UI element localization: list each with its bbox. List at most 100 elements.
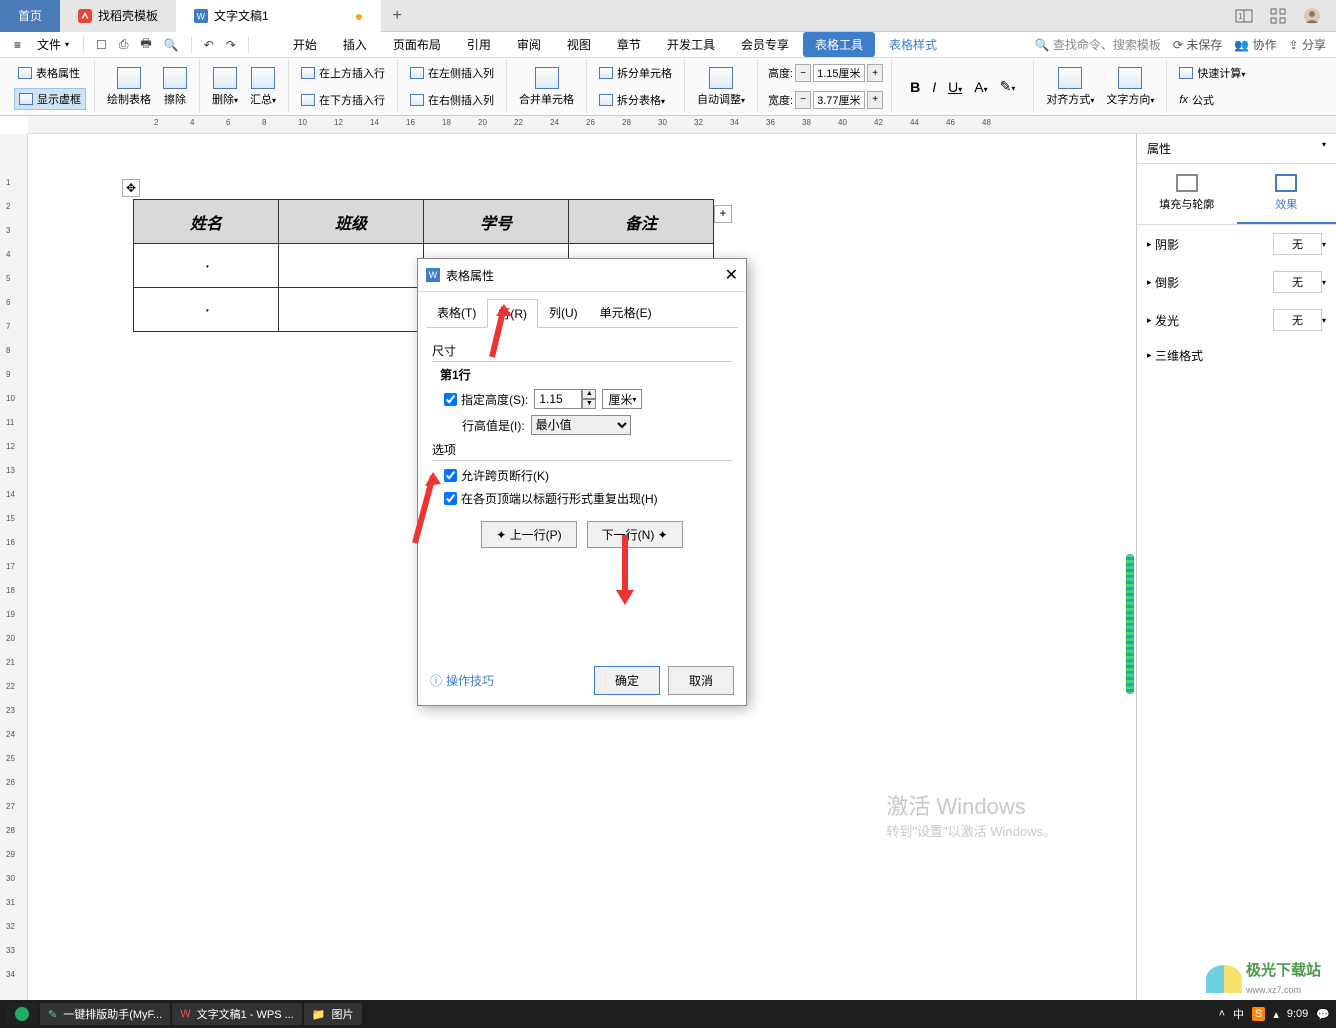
width-minus[interactable]: − [795, 91, 811, 109]
tray-up-icon[interactable]: ˄ [1219, 1008, 1225, 1020]
taskbar-item-1[interactable]: ✎一键排版助手(MyF... [40, 1003, 170, 1025]
menu-tab-layout[interactable]: 页面布局 [381, 32, 453, 57]
tab-home[interactable]: 首页 [0, 0, 60, 32]
dialog-tab-col[interactable]: 列(U) [538, 298, 589, 327]
tab-template[interactable]: 找稻壳模板 [60, 0, 176, 32]
spec-height-checkbox[interactable]: 指定高度(S): [444, 391, 528, 408]
table-add-col-handle[interactable]: + [714, 205, 732, 223]
th-class[interactable]: 班级 [279, 200, 424, 244]
delete-button[interactable]: 删除▾ [208, 65, 242, 109]
th-note[interactable]: 备注 [569, 200, 714, 244]
bold-button[interactable]: B [908, 77, 922, 97]
eraser-button[interactable]: 擦除 [159, 65, 191, 109]
prev-row-button[interactable]: ✦ 上一行(P) [481, 521, 576, 548]
search-input[interactable]: 🔍 查找命令、搜索模板 [1035, 36, 1161, 53]
insert-col-right-button[interactable]: 在右侧插入列 [406, 90, 498, 110]
merge-cells-button[interactable]: 合并单元格 [515, 65, 578, 109]
unsaved-button[interactable]: ⟳ 未保存 [1173, 36, 1222, 53]
table-move-handle[interactable]: ✥ [122, 179, 140, 197]
start-button[interactable] [6, 1003, 38, 1025]
tray-expand-icon[interactable]: ▴ [1273, 1008, 1279, 1021]
split-cells-button[interactable]: 拆分单元格 [595, 63, 676, 83]
share-button[interactable]: ⇪ 分享 [1289, 36, 1326, 53]
menu-tab-vip[interactable]: 会员专享 [729, 32, 801, 57]
taskbar-item-2[interactable]: W文字文稿1 - WPS ... [172, 1003, 302, 1025]
dialog-close-button[interactable]: ✕ [725, 265, 738, 285]
menu-tab-review[interactable]: 审阅 [505, 32, 553, 57]
panel-row-glow[interactable]: ▸发光无▾ [1137, 301, 1336, 339]
underline-button[interactable]: U▾ [946, 77, 964, 97]
highlight-button[interactable]: ✎▾ [998, 76, 1018, 97]
redo-icon[interactable]: ↷ [222, 38, 240, 52]
insert-row-below-button[interactable]: 在下方插入行 [297, 90, 389, 110]
ok-button[interactable]: 确定 [594, 666, 660, 695]
height-spin-down[interactable]: ▼ [582, 399, 596, 409]
avatar-icon[interactable] [1303, 7, 1321, 25]
tab-active-doc[interactable]: W 文字文稿1 ● [176, 0, 381, 32]
panel-row-3d[interactable]: ▸三维格式 [1137, 339, 1336, 372]
width-input[interactable] [813, 91, 865, 109]
menu-hamburger[interactable]: ≡ [8, 36, 27, 54]
tray-notification-icon[interactable]: 💬 [1316, 1008, 1330, 1021]
undo-icon[interactable]: ↶ [200, 38, 218, 52]
height-mode-select[interactable]: 最小值 [531, 415, 631, 435]
repeat-header-checkbox[interactable]: 在各页顶端以标题行形式重复出现(H) [444, 490, 658, 507]
menu-tab-tablestyle[interactable]: 表格样式 [877, 32, 949, 57]
menu-tab-insert[interactable]: 插入 [331, 32, 379, 57]
draw-table-button[interactable]: 绘制表格 [103, 65, 155, 109]
allow-break-checkbox[interactable]: 允许跨页断行(K) [444, 467, 549, 484]
cancel-button[interactable]: 取消 [668, 666, 734, 695]
tray-sogou-icon[interactable]: S [1252, 1007, 1265, 1021]
split-table-button[interactable]: 拆分表格▾ [595, 90, 676, 110]
panel-tab-effects[interactable]: 效果 [1237, 164, 1336, 224]
formula-button[interactable]: fx 公式 [1175, 90, 1249, 110]
horizontal-ruler[interactable]: 2468101214161820222426283032343638404244… [28, 116, 1336, 134]
alignment-button[interactable]: 对齐方式▾ [1042, 65, 1098, 109]
height-plus[interactable]: + [867, 64, 883, 82]
menu-tab-tabletools[interactable]: 表格工具 [803, 32, 875, 57]
vertical-ruler[interactable]: 1234567891011121314151617181920212223242… [0, 134, 28, 1000]
insert-row-above-button[interactable]: 在上方插入行 [297, 63, 389, 83]
dialog-tab-cell[interactable]: 单元格(E) [589, 298, 663, 327]
font-color-button[interactable]: A▾ [972, 77, 989, 97]
operation-tips-link[interactable]: ⓘ 操作技巧 [430, 672, 494, 689]
file-menu[interactable]: 文件▾ [31, 34, 75, 55]
width-plus[interactable]: + [867, 91, 883, 109]
system-tray[interactable]: ˄ 中 S ▴ 9:09 💬 [1219, 1006, 1330, 1022]
insert-col-left-button[interactable]: 在左侧插入列 [406, 63, 498, 83]
panel-tab-fill[interactable]: 填充与轮廓 [1137, 164, 1237, 224]
print-icon[interactable]: 🖶 [136, 34, 155, 55]
preview-icon[interactable]: 🔍 [160, 38, 183, 52]
coop-button[interactable]: 👥 协作 [1234, 36, 1276, 53]
menu-tab-start[interactable]: 开始 [281, 32, 329, 57]
th-id[interactable]: 学号 [424, 200, 569, 244]
new-tab-button[interactable]: + [381, 7, 413, 25]
taskbar-item-3[interactable]: 📁图片 [304, 1003, 362, 1025]
menu-tab-view[interactable]: 视图 [555, 32, 603, 57]
show-gridlines-button[interactable]: 显示虚框 [14, 88, 86, 110]
tray-ime-icon[interactable]: 中 [1233, 1006, 1244, 1022]
height-input[interactable] [813, 64, 865, 82]
layout-icon[interactable]: 1 [1235, 7, 1253, 25]
next-row-button[interactable]: 下一行(N) ✦ [587, 521, 683, 548]
auto-fit-button[interactable]: 自动调整▾ [693, 65, 749, 109]
menu-tab-dev[interactable]: 开发工具 [655, 32, 727, 57]
menu-tab-chapter[interactable]: 章节 [605, 32, 653, 57]
italic-button[interactable]: I [930, 77, 938, 97]
panel-row-reflect[interactable]: ▸倒影无▾ [1137, 263, 1336, 301]
menu-tab-reference[interactable]: 引用 [455, 32, 503, 57]
dialog-tab-table[interactable]: 表格(T) [426, 298, 487, 327]
apps-icon[interactable] [1269, 7, 1287, 25]
height-unit-dropdown[interactable]: 厘米▾ [602, 389, 642, 409]
height-spin-up[interactable]: ▲ [582, 389, 596, 399]
height-minus[interactable]: − [795, 64, 811, 82]
tray-time[interactable]: 9:09 [1287, 1008, 1308, 1020]
fast-calc-button[interactable]: 快速计算▾ [1175, 63, 1249, 83]
summary-button[interactable]: 汇总▾ [246, 65, 280, 109]
save-icon[interactable]: ☐ [92, 38, 111, 52]
text-direction-button[interactable]: 文字方向▾ [1102, 65, 1158, 109]
panel-row-shadow[interactable]: ▸阴影无▾ [1137, 225, 1336, 263]
th-name[interactable]: 姓名 [134, 200, 279, 244]
print-preview-icon[interactable]: ⎙ [115, 37, 133, 52]
table-properties-button[interactable]: 表格属性 [14, 63, 86, 83]
